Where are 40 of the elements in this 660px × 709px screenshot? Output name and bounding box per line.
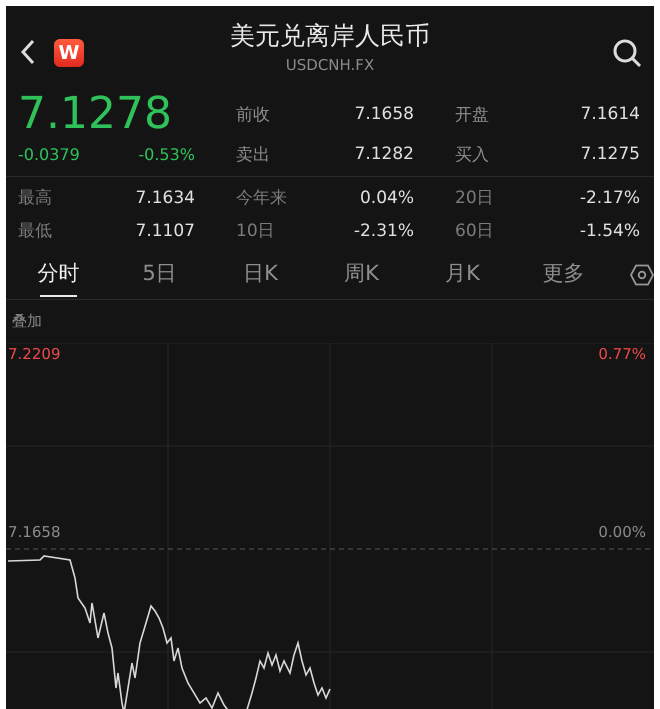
field-value: -2.17%	[580, 188, 640, 208]
field-value: 7.1282	[354, 144, 414, 164]
field-value: -2.31%	[354, 220, 414, 240]
field-label: 60日	[455, 220, 494, 242]
field-value: 0.04%	[360, 188, 414, 208]
chart-tab[interactable]: 周K	[311, 247, 412, 299]
price-axis-label: 7.2209	[8, 345, 60, 363]
field-label: 20日	[455, 187, 494, 209]
price-axis-label: 7.1658	[8, 523, 60, 541]
overlay-label[interactable]: 叠加	[6, 300, 42, 336]
field-label: 今年来	[236, 187, 287, 209]
field-label: 前收	[236, 104, 270, 126]
current-price: 7.1278	[18, 91, 172, 137]
field-value: 7.1275	[580, 144, 640, 164]
field-label: 10日	[236, 220, 275, 242]
page-title: 美元兑离岸人民币	[230, 20, 430, 52]
settings-icon[interactable]	[630, 263, 654, 287]
price-change: -0.0379	[18, 144, 80, 164]
field-value: 7.1614	[580, 104, 640, 124]
field-label: 最低	[18, 220, 52, 242]
percent-change: -0.53%	[138, 144, 195, 164]
percent-axis-label: 0.00%	[598, 523, 646, 541]
field-value: 7.1658	[354, 104, 414, 124]
field-label: 卖出	[236, 144, 270, 166]
chart-tab[interactable]: 更多	[513, 247, 614, 299]
search-icon[interactable]	[612, 38, 642, 68]
field-label: 买入	[455, 144, 489, 166]
field-value: -1.54%	[580, 220, 640, 240]
percent-axis-label: 0.77%	[598, 345, 646, 363]
chart-tab[interactable]: 分时	[8, 247, 109, 299]
chart-tab[interactable]: 日K	[210, 247, 311, 299]
symbol-code: USDCNH.FX	[286, 56, 374, 74]
app-logo: W	[54, 39, 84, 67]
field-value: 7.1107	[136, 220, 195, 240]
chart-tab[interactable]: 5日	[109, 247, 210, 299]
field-label: 开盘	[455, 104, 489, 126]
field-label: 最高	[18, 187, 52, 209]
back-icon[interactable]	[20, 38, 36, 66]
chart-tab[interactable]: 月K	[412, 247, 513, 299]
field-value: 7.1634	[136, 188, 195, 208]
